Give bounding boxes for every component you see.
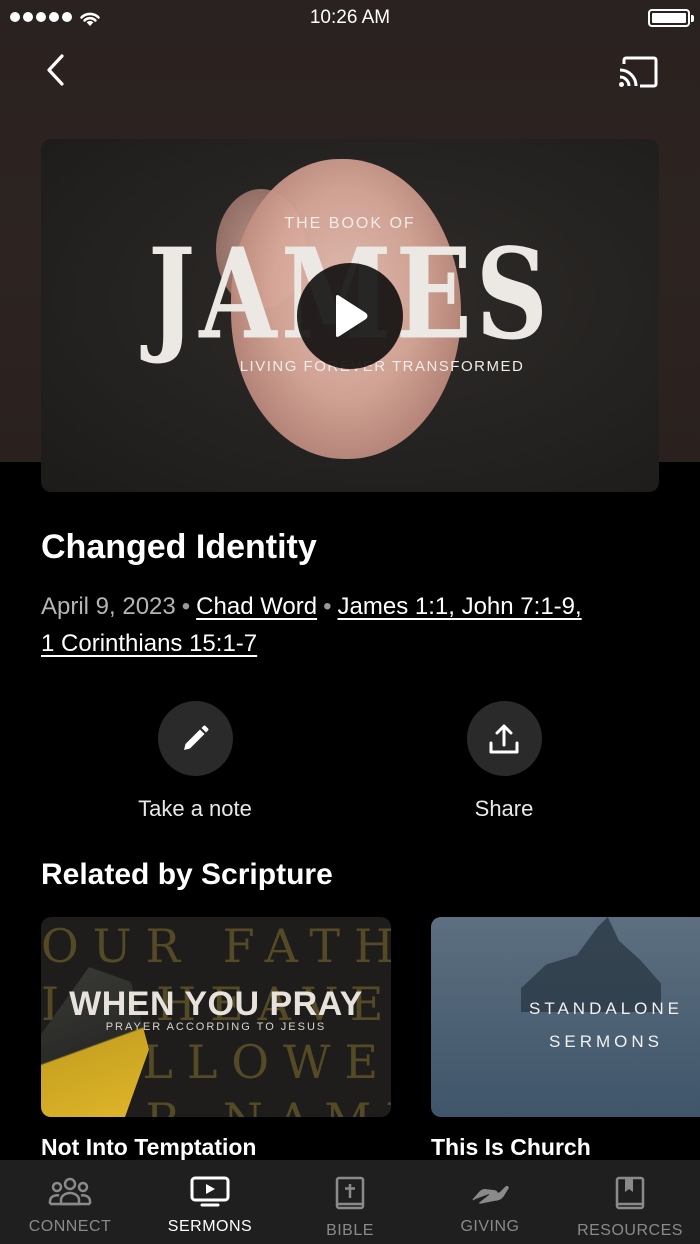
giving-hand-icon bbox=[472, 1185, 509, 1204]
scripture-link-continued[interactable]: 1 Corinthians 15:1-7 bbox=[41, 630, 257, 657]
bookmark-book-icon bbox=[615, 1176, 645, 1210]
tab-label: SERMONS bbox=[167, 1218, 253, 1235]
sermon-title: Changed Identity bbox=[41, 528, 317, 566]
bible-icon bbox=[335, 1176, 365, 1210]
related-card-standalone[interactable]: STANDALONE SERMONS bbox=[431, 917, 700, 1117]
status-bar: 10:26 AM bbox=[0, 0, 700, 36]
related-card-caption[interactable]: This Is Church bbox=[431, 1134, 591, 1161]
status-time: 10:26 AM bbox=[309, 7, 391, 28]
share-label: Share bbox=[474, 796, 534, 821]
related-card-caption[interactable]: Not Into Temptation bbox=[41, 1134, 256, 1161]
chevron-left-icon bbox=[47, 54, 64, 86]
pencil-icon bbox=[184, 725, 209, 750]
take-note-button[interactable]: Take a note bbox=[105, 701, 285, 822]
speaker-link[interactable]: Chad Word bbox=[196, 593, 317, 620]
sermon-video-thumbnail[interactable]: THE BOOK OF JAMES LIVING FOREVER TRANSFO… bbox=[41, 139, 659, 492]
share-button[interactable]: Share bbox=[414, 701, 594, 822]
sermon-meta: April 9, 2023 • Chad Word • James 1:1, John … bbox=[41, 588, 671, 662]
bottom-tab-bar: CONNECT SERMONS BIBLE GIVING RESOURCES bbox=[0, 1160, 700, 1244]
tab-label: BIBLE bbox=[326, 1222, 374, 1239]
tab-sermons[interactable]: SERMONS bbox=[140, 1160, 280, 1244]
play-button[interactable] bbox=[297, 263, 403, 369]
tab-resources[interactable]: RESOURCES bbox=[560, 1160, 700, 1244]
battery-icon bbox=[648, 9, 694, 27]
cast-icon bbox=[619, 56, 658, 88]
meta-separator: • bbox=[323, 593, 332, 620]
tv-play-icon bbox=[190, 1176, 230, 1207]
cast-button[interactable] bbox=[616, 52, 660, 92]
scripture-link[interactable]: James 1:1, John 7:1-9, bbox=[338, 593, 582, 620]
tab-giving[interactable]: GIVING bbox=[420, 1160, 560, 1244]
share-circle bbox=[466, 701, 542, 776]
play-icon bbox=[336, 295, 368, 337]
related-card-when-you-pray[interactable]: OUR FATHER IN HEAVEN HALLOWED B OUR NAME… bbox=[41, 917, 391, 1117]
tab-connect[interactable]: CONNECT bbox=[0, 1160, 140, 1244]
tab-bible[interactable]: BIBLE bbox=[280, 1160, 420, 1244]
people-icon bbox=[48, 1177, 92, 1206]
tab-label: CONNECT bbox=[28, 1218, 112, 1235]
sermon-date: April 9, 2023 bbox=[41, 593, 176, 620]
related-section-title: Related by Scripture bbox=[41, 858, 333, 891]
take-note-circle bbox=[157, 701, 233, 776]
share-upload-icon bbox=[489, 724, 519, 753]
back-button[interactable] bbox=[36, 50, 76, 90]
tab-label: GIVING bbox=[460, 1218, 520, 1235]
card-art-title: WHEN YOU PRAY bbox=[69, 985, 363, 1023]
card-art-subtitle: PRAYER ACCORDING TO JESUS bbox=[105, 1021, 327, 1033]
take-note-label: Take a note bbox=[138, 796, 252, 821]
meta-separator: • bbox=[181, 593, 191, 620]
card-art-title: STANDALONE SERMONS bbox=[529, 999, 683, 1051]
tab-label: RESOURCES bbox=[577, 1222, 683, 1239]
